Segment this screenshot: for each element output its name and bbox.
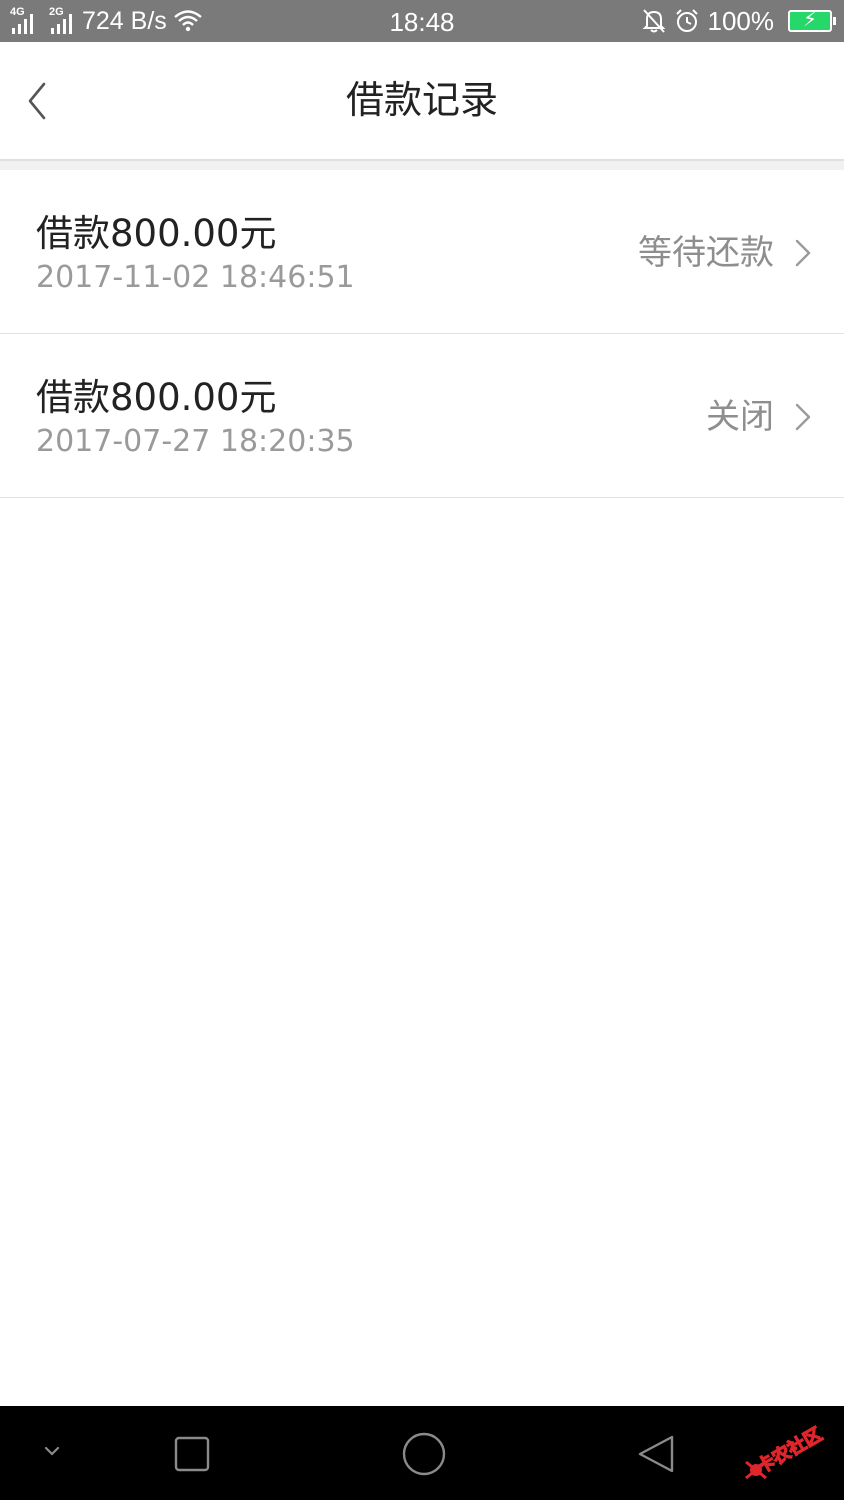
battery-percent: 100% bbox=[707, 5, 775, 36]
page-title: 借款记录 bbox=[345, 78, 498, 122]
loan-list: 借款800.00元 2017-11-02 18:46:51 等待还款 借款800… bbox=[0, 170, 844, 498]
watermark-logo: 卡农社区 bbox=[745, 1423, 827, 1480]
loan-record-row[interactable]: 借款800.00元 2017-11-02 18:46:51 等待还款 bbox=[0, 170, 844, 334]
recents-icon[interactable] bbox=[174, 1436, 210, 1472]
home-icon[interactable] bbox=[402, 1432, 446, 1476]
loan-time: 2017-11-02 18:46:51 bbox=[36, 260, 355, 295]
battery-icon: ⚡ bbox=[788, 9, 836, 32]
loan-status: 等待还款 bbox=[638, 233, 774, 273]
svg-text:卡农社区: 卡农社区 bbox=[753, 1423, 826, 1478]
chevron-right-icon bbox=[795, 403, 811, 431]
status-right: 100% ⚡ bbox=[642, 0, 836, 42]
loan-amount: 借款800.00元 bbox=[36, 376, 277, 419]
charging-icon: ⚡ bbox=[802, 9, 818, 31]
collapse-icon[interactable] bbox=[40, 1442, 64, 1462]
loan-time: 2017-07-27 18:20:35 bbox=[36, 424, 355, 459]
alarm-icon bbox=[675, 9, 698, 32]
loan-record-row[interactable]: 借款800.00元 2017-07-27 18:20:35 关闭 bbox=[0, 334, 844, 498]
loan-amount: 借款800.00元 bbox=[36, 212, 277, 255]
navigation-bar bbox=[0, 1406, 844, 1500]
back-icon[interactable] bbox=[636, 1434, 676, 1474]
bell-off-icon bbox=[642, 9, 665, 33]
chevron-left-icon[interactable] bbox=[18, 78, 58, 124]
section-divider bbox=[0, 161, 844, 170]
status-bar: 4G 2G 724 B/s 18:48 100% ⚡ bbox=[0, 0, 844, 42]
header: 借款记录 bbox=[0, 42, 844, 161]
chevron-right-icon bbox=[795, 239, 811, 267]
loan-status: 关闭 bbox=[706, 397, 774, 437]
